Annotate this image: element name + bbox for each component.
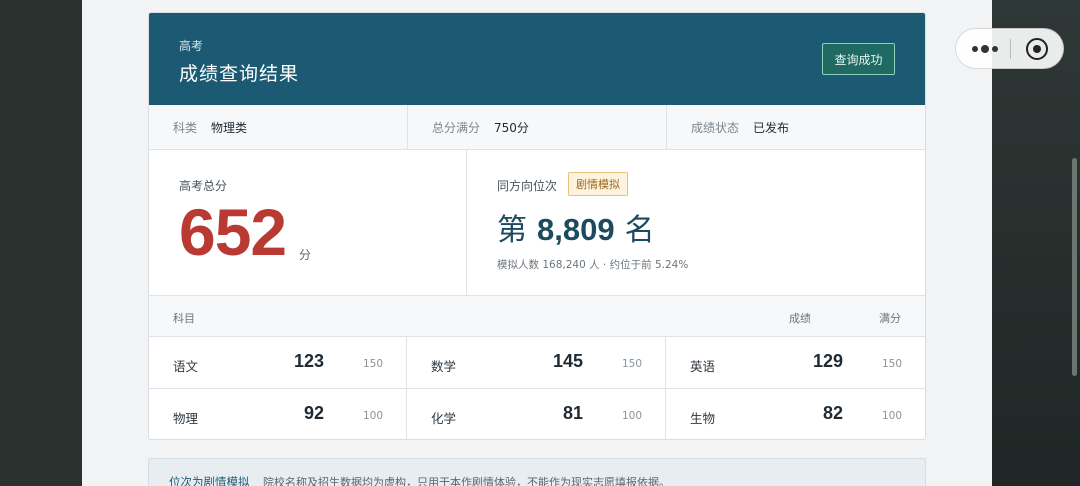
meta-label: 总分满分 [432,120,481,135]
scrollbar[interactable] [1072,158,1077,376]
subject-score: 129 [812,351,843,371]
rank-note: 模拟人数 168,240 人 · 约位于前 5.24% [497,259,689,271]
result-card: 高考 成绩查询结果 查询成功 科类 物理类 总分满分 750分 成绩状态 已发布… [148,12,926,440]
subjects-grid: 语文 123 150 数学 145 150 英语 129 150 物理 92 1… [149,337,925,439]
subject-score: 81 [562,403,583,423]
rank-suffix: 名 [624,213,655,248]
meta-full-score: 总分满分 750分 [408,105,667,149]
meta-value: 750分 [494,120,529,135]
page-title: 成绩查询结果 [179,63,300,85]
subject-name: 生物 [690,411,716,426]
capsule-divider [1010,39,1011,59]
notice-bar: 位次为剧情模拟 院校名称及招生数据均为虚构，只用于本作剧情体验，不能作为现实志愿… [148,458,926,486]
status-badge: 查询成功 [822,43,895,75]
subject-name: 物理 [173,411,199,426]
rank-prefix: 第 [497,213,527,248]
page: 高考 成绩查询结果 查询成功 科类 物理类 总分满分 750分 成绩状态 已发布… [82,0,992,486]
meta-status: 成绩状态 已发布 [667,105,925,149]
total-score-label: 高考总分 [179,179,228,193]
subject-cell: 英语 129 150 [666,337,925,389]
notice-text: 院校名称及招生数据均为虚构，只用于本作剧情体验，不能作为现实志愿填报依据。 [263,476,670,486]
background-right [992,0,1080,486]
subject-name: 化学 [431,411,457,426]
notice-title: 位次为剧情模拟 [169,475,250,486]
more-dots-icon[interactable] [970,40,1000,58]
meta-value: 物理类 [211,120,248,135]
miniprogram-capsule [955,28,1064,69]
subject-cell: 数学 145 150 [407,337,666,389]
meta-value: 已发布 [753,120,790,135]
subject-full: 150 [362,358,383,370]
subject-full: 150 [881,358,902,370]
header-subtitle: 高考 [179,39,204,53]
subjects-header-full: 满分 [879,312,901,325]
total-score-value: 652 [179,195,287,269]
subject-score: 123 [293,351,324,371]
total-score-panel: 高考总分 652 分 [149,150,467,295]
subject-name: 英语 [690,359,716,374]
subject-score: 82 [822,403,843,423]
rank-panel: 同方向位次 剧情模拟 第 8,809 名 模拟人数 168,240 人 · 约位… [467,150,925,295]
subject-name: 数学 [431,359,457,374]
rank-value: 第 8,809 名 [497,205,655,249]
score-summary: 高考总分 652 分 同方向位次 剧情模拟 第 8,809 名 模拟人数 168… [149,150,925,296]
subject-full: 100 [362,410,383,422]
subject-name: 语文 [173,359,199,374]
subject-cell: 语文 123 150 [149,337,407,389]
subject-score: 145 [552,351,583,371]
subjects-header-score: 成绩 [789,312,811,325]
subjects-header-subject: 科目 [173,312,195,325]
meta-label: 成绩状态 [691,120,740,135]
meta-category: 科类 物理类 [149,105,408,149]
subject-full: 100 [881,410,902,422]
close-circle-icon[interactable] [1026,38,1048,60]
rank-number: 8,809 [537,212,615,247]
meta-row: 科类 物理类 总分满分 750分 成绩状态 已发布 [149,105,925,150]
subjects-header: 科目 成绩 满分 [149,296,925,337]
meta-label: 科类 [173,120,198,135]
background-left [0,0,82,486]
subject-cell: 物理 92 100 [149,389,407,439]
subject-full: 100 [621,410,642,422]
total-score-unit: 分 [299,248,312,262]
result-header: 高考 成绩查询结果 查询成功 [149,13,925,105]
simulation-tag: 剧情模拟 [568,172,628,196]
subject-cell: 化学 81 100 [407,389,666,439]
subject-cell: 生物 82 100 [666,389,925,439]
subject-score: 92 [303,403,324,423]
rank-label: 同方向位次 [497,179,558,193]
subject-full: 150 [621,358,642,370]
